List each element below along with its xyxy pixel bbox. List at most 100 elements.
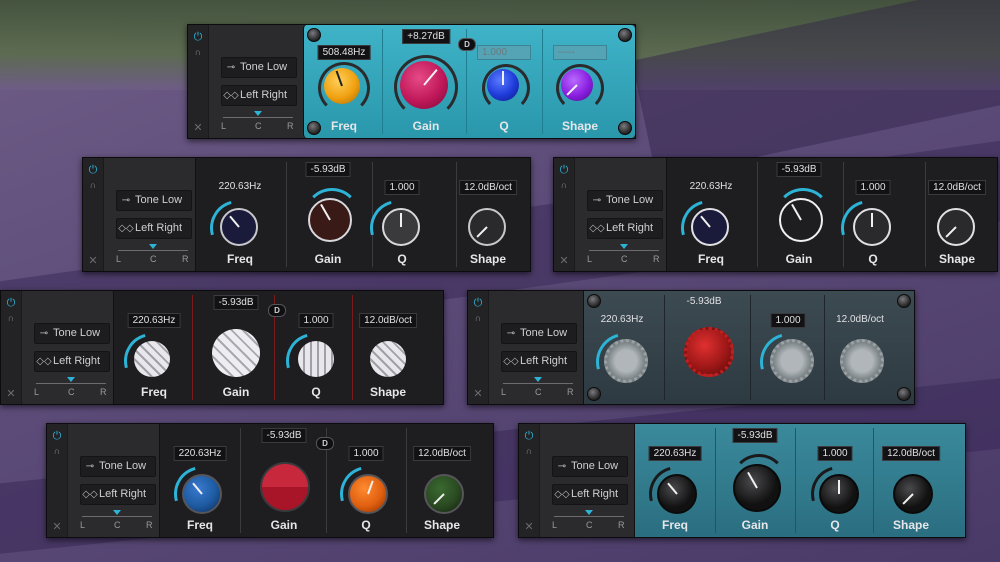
routing-selector[interactable]: ◇◇Left Right — [587, 218, 663, 239]
shape-knob[interactable] — [840, 339, 884, 383]
shape-value[interactable]: 12.0dB/oct — [928, 180, 986, 195]
power-icon[interactable]: ⏻ — [51, 430, 63, 442]
gain-value[interactable]: -5.93dB — [732, 428, 778, 443]
shape-knob[interactable] — [561, 69, 593, 101]
routing-selector[interactable]: ◇◇Left Right — [116, 218, 192, 239]
gain-knob[interactable] — [308, 198, 352, 242]
shape-value[interactable]: 12.0dB/oct — [832, 313, 888, 326]
pan-slider[interactable]: L C R — [587, 244, 661, 266]
freq-knob[interactable] — [657, 474, 697, 514]
freq-value[interactable]: 220.63Hz — [127, 313, 181, 328]
gain-knob[interactable] — [260, 462, 310, 512]
shape-value[interactable]: 12.0dB/oct — [413, 446, 471, 461]
power-icon[interactable]: ⏻ — [558, 164, 570, 176]
headphones-icon[interactable]: ∩ — [472, 313, 484, 323]
pan-slider[interactable]: L C R — [221, 111, 295, 133]
gain-knob[interactable] — [212, 329, 260, 377]
power-icon[interactable]: ⏻ — [192, 31, 204, 43]
input-selector[interactable]: ⊸ Tone Low — [34, 323, 110, 344]
shape-knob[interactable] — [370, 341, 406, 377]
headphones-icon[interactable]: ∩ — [5, 313, 17, 323]
shape-knob[interactable] — [937, 208, 975, 246]
q-knob[interactable] — [382, 208, 420, 246]
gain-value[interactable]: -5.93dB — [682, 295, 725, 308]
close-icon[interactable]: ✕ — [523, 521, 535, 533]
d-badge[interactable]: D — [316, 437, 334, 450]
shape-value[interactable]: 12.0dB/oct — [459, 180, 517, 195]
freq-knob[interactable] — [134, 341, 170, 377]
headphones-icon[interactable]: ∩ — [192, 47, 204, 57]
power-icon[interactable]: ⏻ — [472, 297, 484, 309]
q-value[interactable]: 1.000 — [477, 45, 531, 60]
q-value[interactable]: 1.000 — [348, 446, 384, 461]
input-selector[interactable]: ⊸ Tone Low — [552, 456, 628, 477]
gain-knob[interactable] — [733, 464, 781, 512]
input-selector[interactable]: ⊸ Tone Low — [116, 190, 192, 211]
q-knob[interactable] — [348, 474, 388, 514]
q-knob[interactable] — [770, 339, 814, 383]
shape-value[interactable]: 12.0dB/oct — [882, 446, 940, 461]
q-value[interactable]: 1.000 — [817, 446, 853, 461]
q-value[interactable]: 1.000 — [770, 313, 806, 328]
input-selector[interactable]: ⊸ Tone Low — [80, 456, 156, 477]
gain-value[interactable]: -5.93dB — [776, 162, 822, 177]
headphones-icon[interactable]: ∩ — [51, 446, 63, 456]
freq-value[interactable]: 220.63Hz — [648, 446, 702, 461]
routing-selector[interactable]: ◇◇Left Right — [80, 484, 156, 505]
close-icon[interactable]: ✕ — [87, 255, 99, 267]
pan-marker[interactable] — [67, 377, 75, 382]
gain-value[interactable]: -5.93dB — [305, 162, 351, 177]
freq-value[interactable]: 220.63Hz — [597, 313, 648, 326]
gain-knob[interactable] — [779, 198, 823, 242]
freq-knob[interactable] — [182, 474, 222, 514]
input-selector[interactable]: ⊸ Tone Low — [587, 190, 663, 211]
power-icon[interactable]: ⏻ — [87, 164, 99, 176]
pan-marker[interactable] — [534, 377, 542, 382]
gain-value[interactable]: -5.93dB — [261, 428, 307, 443]
headphones-icon[interactable]: ∩ — [523, 446, 535, 456]
shape-value[interactable]: 12.0dB/oct — [359, 313, 417, 328]
q-value[interactable]: 1.000 — [298, 313, 334, 328]
freq-knob[interactable] — [324, 68, 360, 104]
power-icon[interactable]: ⏻ — [523, 430, 535, 442]
gain-value[interactable]: +8.27dB — [402, 29, 450, 44]
freq-value[interactable]: 220.63Hz — [215, 180, 266, 193]
pan-slider[interactable]: L C R — [552, 510, 626, 532]
pan-marker[interactable] — [585, 510, 593, 515]
gain-knob[interactable] — [400, 61, 448, 109]
freq-value[interactable]: 220.63Hz — [173, 446, 227, 461]
routing-selector[interactable]: ◇◇Left Right — [221, 85, 297, 106]
q-knob[interactable] — [853, 208, 891, 246]
freq-value[interactable]: 220.63Hz — [686, 180, 737, 193]
input-selector[interactable]: ⊸ Tone Low — [501, 323, 577, 344]
shape-value[interactable]: ----- — [553, 45, 607, 60]
pan-slider[interactable]: L C R — [80, 510, 154, 532]
input-selector[interactable]: ⊸ Tone Low — [221, 57, 297, 78]
shape-knob[interactable] — [468, 208, 506, 246]
shape-knob[interactable] — [424, 474, 464, 514]
power-icon[interactable]: ⏻ — [5, 297, 17, 309]
close-icon[interactable]: ✕ — [558, 255, 570, 267]
freq-value[interactable]: 508.48Hz — [317, 45, 371, 60]
q-knob[interactable] — [487, 69, 519, 101]
d-badge[interactable]: D — [458, 38, 476, 51]
pan-marker[interactable] — [620, 244, 628, 249]
headphones-icon[interactable]: ∩ — [87, 180, 99, 190]
shape-knob[interactable] — [893, 474, 933, 514]
d-badge[interactable]: D — [268, 304, 286, 317]
close-icon[interactable]: ✕ — [472, 388, 484, 400]
close-icon[interactable]: ✕ — [192, 122, 204, 134]
freq-knob[interactable] — [220, 208, 258, 246]
gain-value[interactable]: -5.93dB — [213, 295, 259, 310]
routing-selector[interactable]: ◇◇Left Right — [552, 484, 628, 505]
q-knob[interactable] — [298, 341, 334, 377]
q-value[interactable]: 1.000 — [384, 180, 420, 195]
freq-knob[interactable] — [691, 208, 729, 246]
gain-knob[interactable] — [684, 327, 734, 377]
q-value[interactable]: 1.000 — [855, 180, 891, 195]
q-knob[interactable] — [819, 474, 859, 514]
pan-marker[interactable] — [113, 510, 121, 515]
pan-slider[interactable]: L C R — [116, 244, 190, 266]
freq-knob[interactable] — [604, 339, 648, 383]
close-icon[interactable]: ✕ — [51, 521, 63, 533]
